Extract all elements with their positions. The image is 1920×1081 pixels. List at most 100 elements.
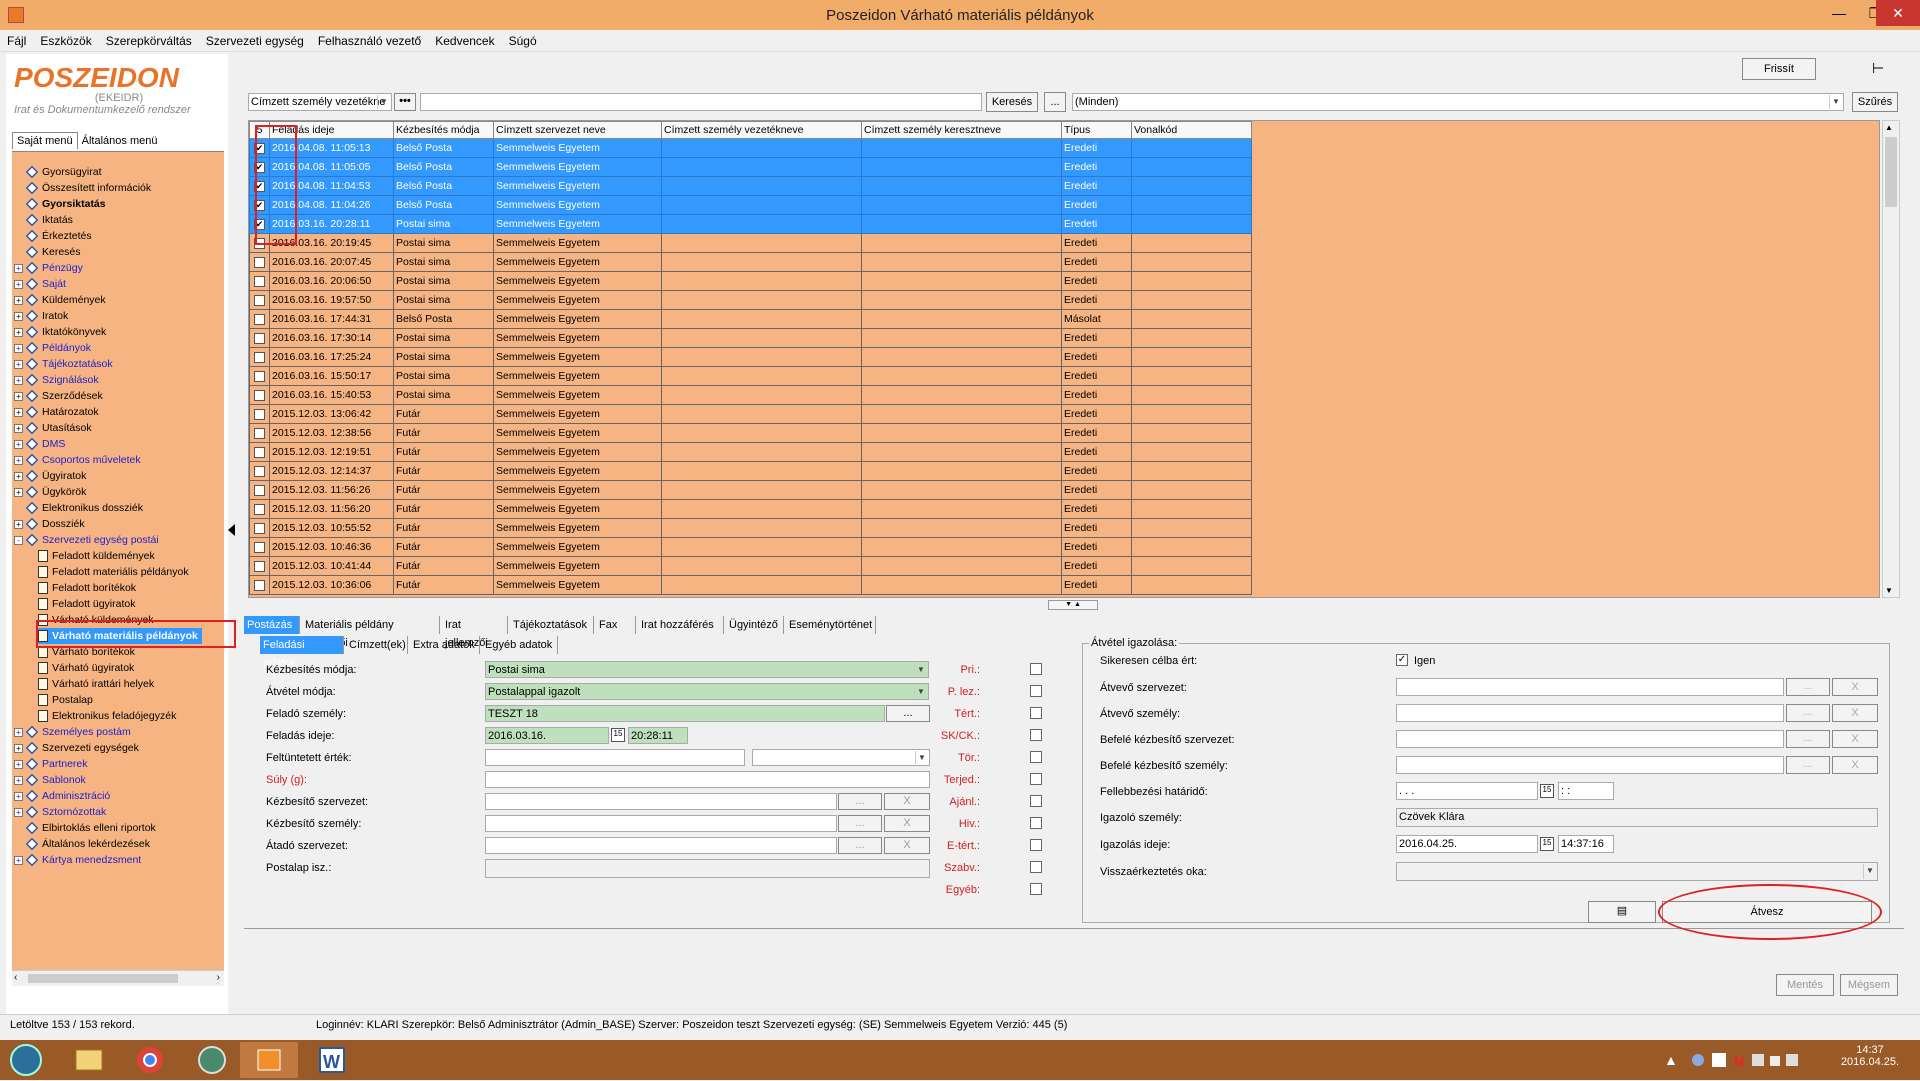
igazolas-datum-field[interactable]: 2016.04.25. xyxy=(1396,835,1538,853)
sub-tab[interactable]: Feladási adatok xyxy=(260,636,344,669)
felado-browse-button[interactable]: ... xyxy=(886,705,930,722)
row-checkbox[interactable] xyxy=(254,446,265,458)
detail-tab[interactable]: Ügyintéző xyxy=(726,616,784,634)
tree-item[interactable]: + Kártya menedzsment xyxy=(14,852,141,868)
row-checkbox[interactable] xyxy=(254,503,265,515)
flag-checkbox[interactable] xyxy=(1030,773,1042,785)
grid-vertical-scrollbar[interactable]: ▲ ▼ xyxy=(1882,120,1900,598)
detail-tab[interactable]: Postázás xyxy=(244,616,300,634)
cancel-button[interactable]: Mégsem xyxy=(1840,974,1898,996)
tree-item[interactable]: + Példányok xyxy=(14,340,91,356)
table-row[interactable]: ✔ 2016.04.08. 11:04:26 Belső Posta Semmelwe… xyxy=(249,195,1252,215)
tree-item[interactable]: + Utasítások xyxy=(14,420,92,436)
expand-icon[interactable]: + xyxy=(14,743,23,753)
expand-icon[interactable]: + xyxy=(14,343,23,353)
row-checkbox-cell[interactable] xyxy=(249,347,270,367)
tree-item[interactable]: + Sablonok xyxy=(14,772,86,788)
table-row[interactable]: 2015.12.03. 12:14:37 Futár Semmelweis Egye… xyxy=(249,461,1252,481)
table-row[interactable]: 2015.12.03. 11:56:26 Futár Semmelweis Egye… xyxy=(249,480,1252,500)
atvevo-szervezet-browse-button[interactable]: ... xyxy=(1786,678,1830,696)
menu-felhasznalo-vezeto[interactable]: Felhasználó vezető xyxy=(311,30,428,48)
table-row[interactable]: ✔ 2016.04.08. 11:05:13 Belső Posta Semmelwe… xyxy=(249,138,1252,158)
table-row[interactable]: 2016.03.16. 15:40:53 Postai sima Semmelwei… xyxy=(249,385,1252,405)
detail-tab[interactable]: Fax xyxy=(596,616,636,634)
row-checkbox[interactable] xyxy=(254,351,265,363)
tree-item[interactable]: + Személyes postám xyxy=(14,724,131,740)
row-checkbox[interactable] xyxy=(254,389,265,401)
row-checkbox[interactable] xyxy=(254,541,265,553)
row-checkbox[interactable] xyxy=(254,408,265,420)
row-checkbox-cell[interactable] xyxy=(249,480,270,500)
row-checkbox[interactable] xyxy=(254,294,265,306)
splitter-arrows-icon[interactable]: ▼ ▲ xyxy=(1048,600,1098,610)
row-checkbox-cell[interactable] xyxy=(249,271,270,291)
tree-item[interactable]: + Küldemények xyxy=(14,292,106,308)
table-row[interactable]: ✔ 2016.03.16. 20:28:11 Postai sima Semmelwe… xyxy=(249,214,1252,234)
felado-szemely-field[interactable]: TESZT 18 xyxy=(485,705,885,722)
tree-item[interactable]: Feladott küldemények xyxy=(38,548,155,564)
row-checkbox-cell[interactable] xyxy=(249,461,270,481)
sikeresen-checkbox[interactable]: ✓ xyxy=(1396,654,1408,666)
currency-select[interactable]: ▼ xyxy=(752,749,930,766)
feladas-ido-field[interactable]: 20:28:11 xyxy=(628,727,688,744)
row-checkbox[interactable] xyxy=(254,256,265,268)
row-checkbox-cell[interactable] xyxy=(249,309,270,329)
network-app-icon[interactable] xyxy=(184,1042,240,1078)
row-checkbox-cell[interactable] xyxy=(249,575,270,595)
tree-item[interactable]: + Iratok xyxy=(14,308,68,324)
calendar-icon[interactable]: 15 xyxy=(1540,784,1554,798)
scroll-down-icon[interactable]: ▼ xyxy=(1885,586,1893,595)
atvetel-modja-select[interactable]: Postalappal igazolt ▼ xyxy=(485,683,929,700)
table-row[interactable]: 2016.03.16. 20:06:50 Postai sima Semmelwei… xyxy=(249,271,1252,291)
tree-horizontal-scrollbar[interactable]: ‹ › xyxy=(12,970,224,986)
collapse-icon[interactable]: - xyxy=(14,535,23,545)
tree-item[interactable]: + Sztornózottak xyxy=(14,804,106,820)
atvevo-szemely-browse-button[interactable]: ... xyxy=(1786,704,1830,722)
row-checkbox-cell[interactable] xyxy=(249,556,270,576)
flag-checkbox[interactable] xyxy=(1030,795,1042,807)
row-checkbox-cell[interactable] xyxy=(249,499,270,519)
tree-item[interactable]: + Ügyiratok xyxy=(14,468,86,484)
atvevo-szervezet-clear-button[interactable]: X xyxy=(1832,678,1878,696)
atado-szervezet-browse-button[interactable]: ... xyxy=(838,837,882,854)
table-row[interactable]: 2015.12.03. 12:19:51 Futár Semmelweis Egye… xyxy=(249,442,1252,462)
tree-item[interactable]: Érkeztetés xyxy=(14,228,92,244)
table-row[interactable]: 2015.12.03. 10:41:44 Futár Semmelweis Egye… xyxy=(249,556,1252,576)
detail-tab[interactable]: Materiális példány jellemzői xyxy=(302,616,440,649)
row-checkbox-cell[interactable] xyxy=(249,423,270,443)
row-checkbox[interactable] xyxy=(254,579,265,591)
chrome-icon[interactable] xyxy=(122,1042,178,1078)
filter-select[interactable]: (Minden) ▼ xyxy=(1072,93,1844,111)
tree-item[interactable]: + Szignálások xyxy=(14,372,99,388)
expand-icon[interactable]: + xyxy=(14,375,23,385)
calendar-icon[interactable]: 15 xyxy=(611,728,625,742)
row-checkbox-cell[interactable] xyxy=(249,290,270,310)
tree-item[interactable]: Általános lekérdezések xyxy=(14,836,150,852)
tree-item[interactable]: Feladott ügyiratok xyxy=(38,596,135,612)
file-explorer-icon[interactable] xyxy=(60,1042,116,1078)
filter-button[interactable]: Szűrés xyxy=(1852,92,1898,112)
row-checkbox-cell[interactable] xyxy=(249,385,270,405)
expand-icon[interactable]: + xyxy=(14,455,23,465)
tree-item[interactable]: + Tájékoztatások xyxy=(14,356,113,372)
clock[interactable]: 14:37 2016.04.25. xyxy=(1838,1044,1902,1068)
flag-checkbox[interactable] xyxy=(1030,883,1042,895)
menu-sugo[interactable]: Súgó xyxy=(502,30,544,48)
table-row[interactable]: 2016.03.16. 19:57:50 Postai sima Semmelwei… xyxy=(249,290,1252,310)
tab-altalanos-menu[interactable]: Általános menü xyxy=(78,133,162,149)
expand-icon[interactable]: + xyxy=(14,359,23,369)
kezbesito-szervezet-browse-button[interactable]: ... xyxy=(838,793,882,810)
scroll-thumb[interactable] xyxy=(1885,137,1897,207)
detail-tab[interactable]: Irat hozzáférés xyxy=(638,616,724,634)
befele-szervezet-field[interactable] xyxy=(1396,730,1784,748)
kezbesito-szemely-field[interactable] xyxy=(485,815,837,832)
tree-item[interactable]: - Szervezeti egység postái xyxy=(14,532,159,548)
flag-checkbox[interactable] xyxy=(1030,751,1042,763)
column-cimzett-vezeteknev[interactable]: Címzett személy vezetékneve xyxy=(661,121,862,139)
atvevo-szervezet-field[interactable] xyxy=(1396,678,1784,696)
kezbesito-szervezet-clear-button[interactable]: X xyxy=(884,793,930,810)
table-row[interactable]: 2016.03.16. 20:07:45 Postai sima Semmelwei… xyxy=(249,252,1252,272)
detail-tab[interactable]: Tájékoztatások xyxy=(510,616,594,634)
row-checkbox[interactable] xyxy=(254,522,265,534)
tree-item[interactable]: Feladott materiális példányok xyxy=(38,564,189,580)
